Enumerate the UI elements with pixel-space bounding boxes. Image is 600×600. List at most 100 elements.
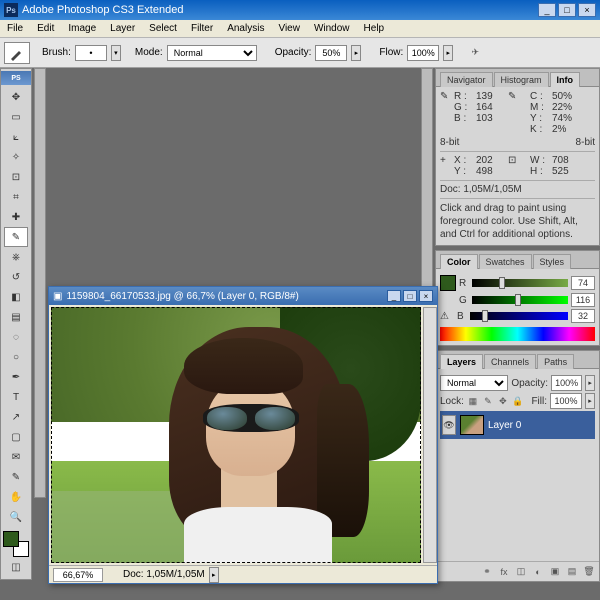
doc-minimize-button[interactable]: _ bbox=[387, 290, 401, 302]
brush-picker[interactable]: • bbox=[75, 45, 107, 61]
lasso-tool[interactable]: ⟀ bbox=[4, 127, 28, 147]
maximize-button[interactable]: □ bbox=[558, 3, 576, 17]
g-value[interactable]: 116 bbox=[571, 293, 595, 307]
new-layer-icon[interactable]: ▤ bbox=[566, 566, 578, 578]
zoom-field[interactable]: 66,67% bbox=[53, 568, 103, 582]
vertical-scrollbar[interactable] bbox=[423, 307, 437, 563]
tab-navigator[interactable]: Navigator bbox=[440, 72, 493, 87]
hand-tool[interactable]: ✋ bbox=[4, 487, 28, 507]
layer-mask-icon[interactable]: ◫ bbox=[515, 566, 527, 578]
layer-opacity-dropdown[interactable]: ▸ bbox=[585, 375, 595, 391]
layer-fill-field[interactable]: 100% bbox=[550, 393, 582, 409]
visibility-icon[interactable]: 👁 bbox=[442, 415, 456, 435]
stamp-tool[interactable]: ⎈ bbox=[4, 247, 28, 267]
layer-opacity-field[interactable]: 100% bbox=[551, 375, 582, 391]
airbrush-icon[interactable]: ✈ bbox=[469, 47, 481, 59]
menu-help[interactable]: Help bbox=[357, 21, 392, 36]
color-swatches[interactable] bbox=[3, 531, 29, 557]
lock-transparent-icon[interactable]: ▦ bbox=[467, 395, 479, 407]
tab-info[interactable]: Info bbox=[550, 72, 581, 87]
menu-layer[interactable]: Layer bbox=[103, 21, 142, 36]
tab-styles[interactable]: Styles bbox=[533, 254, 572, 269]
opacity-field[interactable]: 50% bbox=[315, 45, 347, 61]
tab-channels[interactable]: Channels bbox=[484, 354, 536, 369]
wand-tool[interactable]: ✧ bbox=[4, 147, 28, 167]
tool-preset-picker[interactable] bbox=[4, 42, 30, 64]
link-layers-icon[interactable]: ⚭ bbox=[481, 566, 493, 578]
b-value[interactable]: 32 bbox=[571, 309, 595, 323]
color-panel-swatch[interactable] bbox=[440, 275, 456, 291]
delete-layer-icon[interactable]: 🗑 bbox=[583, 566, 595, 578]
info-panel: Navigator Histogram Info ✎R :139✎C :50% … bbox=[435, 68, 600, 246]
brush-dropdown[interactable]: ▾ bbox=[111, 45, 121, 61]
menu-window[interactable]: Window bbox=[307, 21, 357, 36]
flow-field[interactable]: 100% bbox=[407, 45, 439, 61]
adjustment-layer-icon[interactable]: ◐ bbox=[532, 566, 544, 578]
workspace: PS ✥ ▭ ⟀ ✧ ⊡ ⌗ ✚ ✎ ⎈ ↺ ◧ ▤ ◌ ○ ✒ T ↗ ▢ ✉… bbox=[0, 68, 600, 600]
tab-histogram[interactable]: Histogram bbox=[494, 72, 549, 87]
dodge-tool[interactable]: ○ bbox=[4, 347, 28, 367]
layer-thumbnail[interactable] bbox=[460, 415, 484, 435]
blend-mode-select[interactable]: Normal bbox=[167, 45, 257, 61]
layer-row[interactable]: 👁 Layer 0 bbox=[440, 411, 595, 439]
crop-tool[interactable]: ⊡ bbox=[4, 167, 28, 187]
menu-filter[interactable]: Filter bbox=[184, 21, 220, 36]
gamut-warning-icon: ⚠ bbox=[440, 311, 454, 322]
marquee-tool[interactable]: ▭ bbox=[4, 107, 28, 127]
tab-swatches[interactable]: Swatches bbox=[479, 254, 532, 269]
zoom-tool[interactable]: 🔍 bbox=[4, 507, 28, 527]
quickmask-toggle[interactable]: ◫ bbox=[4, 557, 28, 577]
lock-position-icon[interactable]: ✥ bbox=[497, 395, 509, 407]
tab-layers[interactable]: Layers bbox=[440, 354, 483, 369]
r-slider[interactable] bbox=[472, 279, 568, 287]
notes-tool[interactable]: ✉ bbox=[4, 447, 28, 467]
color-spectrum[interactable] bbox=[440, 327, 595, 341]
layer-name[interactable]: Layer 0 bbox=[488, 420, 521, 431]
toolbox-header[interactable]: PS bbox=[1, 71, 31, 85]
shape-tool[interactable]: ▢ bbox=[4, 427, 28, 447]
group-icon[interactable]: ▣ bbox=[549, 566, 561, 578]
flow-dropdown[interactable]: ▸ bbox=[443, 45, 453, 61]
tab-color[interactable]: Color bbox=[440, 254, 478, 269]
menu-image[interactable]: Image bbox=[61, 21, 103, 36]
menu-select[interactable]: Select bbox=[142, 21, 184, 36]
layer-style-icon[interactable]: fx bbox=[498, 566, 510, 578]
b-slider[interactable] bbox=[470, 312, 568, 320]
doc-maximize-button[interactable]: □ bbox=[403, 290, 417, 302]
tab-paths[interactable]: Paths bbox=[537, 354, 574, 369]
close-button[interactable]: × bbox=[578, 3, 596, 17]
opacity-dropdown[interactable]: ▸ bbox=[351, 45, 361, 61]
r-value[interactable]: 74 bbox=[571, 276, 595, 290]
layer-blend-mode[interactable]: Normal bbox=[440, 375, 508, 391]
foreground-color[interactable] bbox=[3, 531, 19, 547]
history-brush-tool[interactable]: ↺ bbox=[4, 267, 28, 287]
lock-all-icon[interactable]: 🔒 bbox=[512, 395, 524, 407]
slice-tool[interactable]: ⌗ bbox=[4, 187, 28, 207]
menu-view[interactable]: View bbox=[271, 21, 307, 36]
brush-tool[interactable]: ✎ bbox=[4, 227, 28, 247]
pen-tool[interactable]: ✒ bbox=[4, 367, 28, 387]
doc-info-menu[interactable]: ▸ bbox=[209, 567, 219, 583]
canvas[interactable] bbox=[51, 307, 421, 563]
type-tool[interactable]: T bbox=[4, 387, 28, 407]
document-titlebar[interactable]: ▣ 1159804_66170533.jpg @ 66,7% (Layer 0,… bbox=[49, 287, 437, 305]
menu-analysis[interactable]: Analysis bbox=[220, 21, 271, 36]
eyedropper-tool[interactable]: ✎ bbox=[4, 467, 28, 487]
info-doc-size: Doc: 1,05M/1,05M bbox=[440, 184, 595, 195]
minimize-button[interactable]: _ bbox=[538, 3, 556, 17]
path-tool[interactable]: ↗ bbox=[4, 407, 28, 427]
image-content[interactable] bbox=[51, 307, 421, 563]
healing-tool[interactable]: ✚ bbox=[4, 207, 28, 227]
gradient-tool[interactable]: ▤ bbox=[4, 307, 28, 327]
info-bits-left: 8-bit bbox=[440, 137, 459, 148]
move-tool[interactable]: ✥ bbox=[4, 87, 28, 107]
lock-paint-icon[interactable]: ✎ bbox=[482, 395, 494, 407]
dock-strip-left[interactable] bbox=[34, 68, 46, 498]
g-slider[interactable] bbox=[472, 296, 568, 304]
layer-fill-dropdown[interactable]: ▸ bbox=[585, 393, 595, 409]
eraser-tool[interactable]: ◧ bbox=[4, 287, 28, 307]
blur-tool[interactable]: ◌ bbox=[4, 327, 28, 347]
doc-close-button[interactable]: × bbox=[419, 290, 433, 302]
menu-edit[interactable]: Edit bbox=[30, 21, 61, 36]
menu-file[interactable]: File bbox=[0, 21, 30, 36]
